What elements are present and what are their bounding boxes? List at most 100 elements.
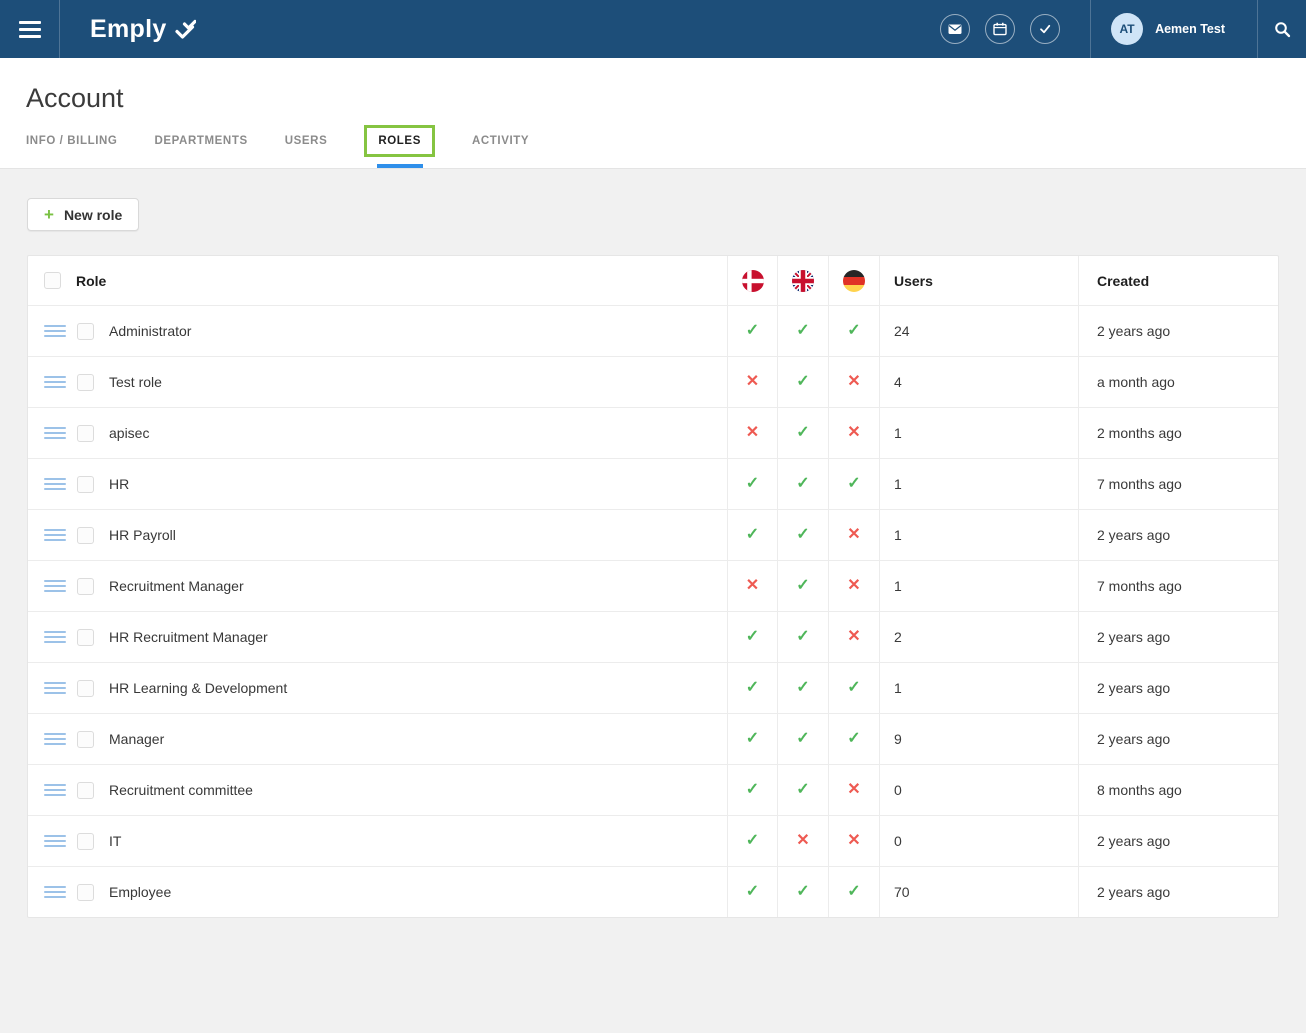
check-icon: ✓ [796, 374, 809, 390]
cross-icon: ✕ [847, 374, 860, 390]
cross-icon: ✕ [847, 629, 860, 645]
search-button[interactable] [1258, 0, 1306, 58]
danish-enabled-cell: ✕ [727, 357, 777, 407]
cross-icon: ✕ [746, 578, 759, 594]
role-name: HR Recruitment Manager [109, 629, 268, 645]
row-checkbox[interactable] [77, 578, 94, 595]
created-at: 2 years ago [1078, 816, 1280, 866]
row-checkbox[interactable] [77, 782, 94, 799]
german-enabled-cell: ✕ [828, 357, 879, 407]
table-row[interactable]: HR Payroll✓✓✕12 years ago [28, 509, 1278, 560]
english-enabled-cell: ✓ [777, 357, 828, 407]
danish-enabled-cell: ✓ [727, 459, 777, 509]
tab-departments[interactable]: DEPARTMENTS [154, 114, 247, 168]
menu-icon[interactable] [0, 0, 59, 58]
table-row[interactable]: Employee✓✓✓702 years ago [28, 866, 1278, 917]
check-icon: ✓ [796, 476, 809, 492]
row-checkbox[interactable] [77, 629, 94, 646]
check-icon: ✓ [796, 731, 809, 747]
page-head: Account INFO / BILLINGDEPARTMENTSUSERSRO… [0, 58, 1306, 169]
created-at: 7 months ago [1078, 561, 1280, 611]
row-checkbox[interactable] [77, 374, 94, 391]
cross-icon: ✕ [746, 425, 759, 441]
created-at: 2 years ago [1078, 867, 1280, 917]
english-enabled-cell: ✓ [777, 408, 828, 458]
drag-handle-icon[interactable] [44, 886, 66, 898]
role-cell: HR Payroll [28, 510, 727, 560]
select-all-checkbox[interactable] [44, 272, 61, 289]
search-icon [1274, 21, 1291, 38]
table-row[interactable]: Test role✕✓✕4a month ago [28, 356, 1278, 407]
role-cell: Administrator [28, 306, 727, 356]
drag-handle-icon[interactable] [44, 682, 66, 694]
german-enabled-cell: ✕ [828, 816, 879, 866]
tab-users[interactable]: USERS [285, 114, 328, 168]
calendar-button[interactable] [985, 14, 1015, 44]
tab-roles[interactable]: ROLES [364, 114, 435, 168]
table-row[interactable]: Manager✓✓✓92 years ago [28, 713, 1278, 764]
users-count: 1 [879, 408, 1078, 458]
row-checkbox[interactable] [77, 527, 94, 544]
check-icon: ✓ [796, 323, 809, 339]
denmark-flag-icon [741, 269, 765, 293]
table-row[interactable]: apisec✕✓✕12 months ago [28, 407, 1278, 458]
role-cell: Test role [28, 357, 727, 407]
row-checkbox[interactable] [77, 731, 94, 748]
role-name: Employee [109, 884, 171, 900]
drag-handle-icon[interactable] [44, 478, 66, 490]
cross-icon: ✕ [847, 425, 860, 441]
created-at: a month ago [1078, 357, 1280, 407]
new-role-button[interactable]: + New role [27, 198, 139, 231]
drag-handle-icon[interactable] [44, 376, 66, 388]
danish-enabled-cell: ✓ [727, 306, 777, 356]
tab-label: DEPARTMENTS [154, 135, 247, 147]
table-row[interactable]: IT✓✕✕02 years ago [28, 815, 1278, 866]
german-enabled-cell: ✕ [828, 765, 879, 815]
drag-handle-icon[interactable] [44, 529, 66, 541]
english-enabled-cell: ✕ [777, 816, 828, 866]
row-checkbox[interactable] [77, 680, 94, 697]
user-menu[interactable]: AT Aemen Test [1091, 0, 1257, 58]
topbar-divider [59, 0, 60, 58]
created-at: 8 months ago [1078, 765, 1280, 815]
drag-handle-icon[interactable] [44, 784, 66, 796]
annotation-highlight-box: ROLES [364, 125, 435, 157]
created-at: 2 years ago [1078, 612, 1280, 662]
row-checkbox[interactable] [77, 323, 94, 340]
check-icon: ✓ [796, 425, 809, 441]
users-count: 1 [879, 663, 1078, 713]
check-icon: ✓ [746, 680, 759, 696]
check-circle-icon [1038, 22, 1052, 36]
drag-handle-icon[interactable] [44, 733, 66, 745]
row-checkbox[interactable] [77, 833, 94, 850]
drag-handle-icon[interactable] [44, 427, 66, 439]
role-name: Recruitment committee [109, 782, 253, 798]
tab-info-billing[interactable]: INFO / BILLING [26, 114, 117, 168]
messages-button[interactable] [940, 14, 970, 44]
table-row[interactable]: Recruitment committee✓✓✕08 months ago [28, 764, 1278, 815]
tab-activity[interactable]: ACTIVITY [472, 114, 529, 168]
role-cell: apisec [28, 408, 727, 458]
drag-handle-icon[interactable] [44, 631, 66, 643]
table-row[interactable]: HR✓✓✓17 months ago [28, 458, 1278, 509]
tasks-button[interactable] [1030, 14, 1060, 44]
users-count: 4 [879, 357, 1078, 407]
table-row[interactable]: HR Learning & Development✓✓✓12 years ago [28, 662, 1278, 713]
role-name: HR Learning & Development [109, 680, 287, 696]
role-name: Administrator [109, 323, 191, 339]
table-row[interactable]: HR Recruitment Manager✓✓✕22 years ago [28, 611, 1278, 662]
tab-label: INFO / BILLING [26, 135, 117, 147]
check-icon: ✓ [847, 680, 860, 696]
table-row[interactable]: Administrator✓✓✓242 years ago [28, 305, 1278, 356]
content: + New role Role [0, 169, 1306, 918]
table-row[interactable]: Recruitment Manager✕✓✕17 months ago [28, 560, 1278, 611]
drag-handle-icon[interactable] [44, 580, 66, 592]
row-checkbox[interactable] [77, 884, 94, 901]
drag-handle-icon[interactable] [44, 835, 66, 847]
row-checkbox[interactable] [77, 476, 94, 493]
german-enabled-cell: ✓ [828, 306, 879, 356]
row-checkbox[interactable] [77, 425, 94, 442]
emply-logo[interactable]: Emply [90, 0, 196, 58]
drag-handle-icon[interactable] [44, 325, 66, 337]
role-header-cell: Role [28, 256, 727, 305]
